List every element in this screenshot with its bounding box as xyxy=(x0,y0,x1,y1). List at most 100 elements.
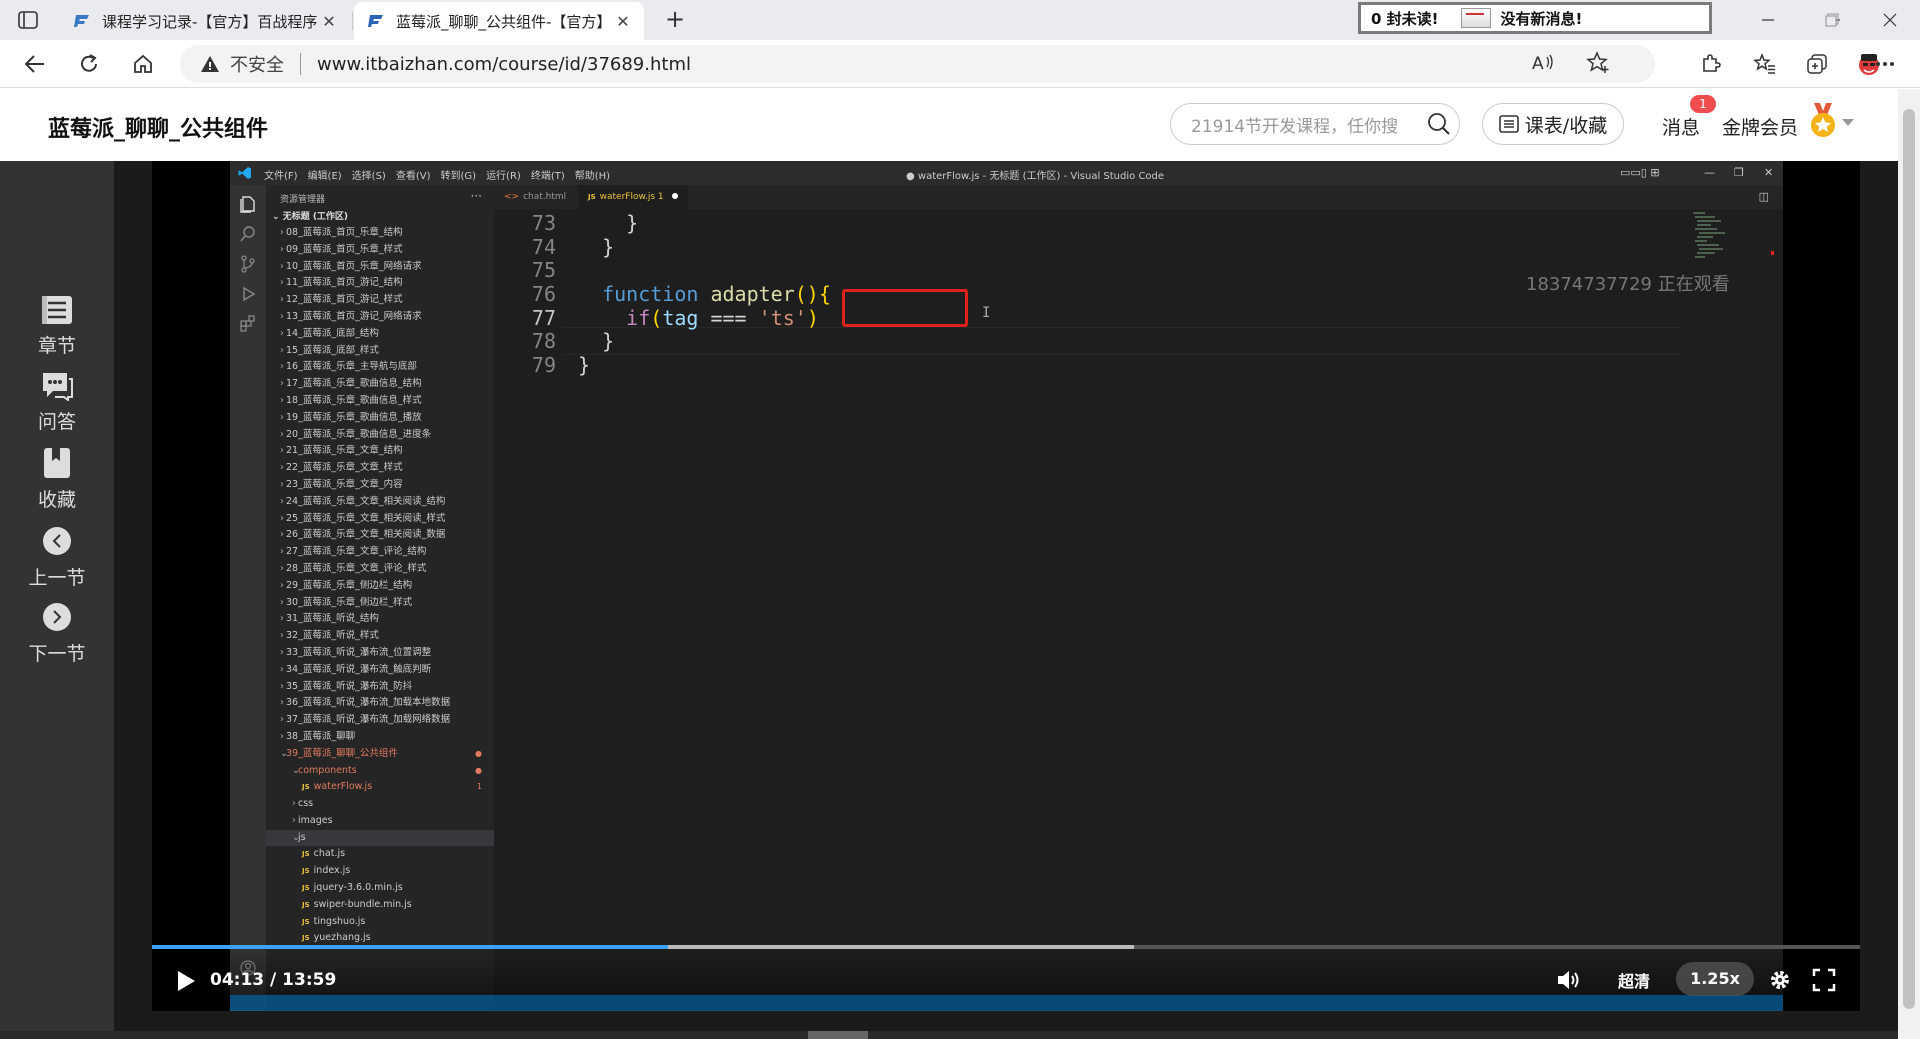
new-tab-button[interactable]: + xyxy=(660,6,690,34)
close-tab-icon[interactable]: ✕ xyxy=(320,12,338,31)
menu-select[interactable]: 选择(S) xyxy=(352,171,386,182)
menu-view[interactable]: 查看(V) xyxy=(396,171,431,182)
workspace-root[interactable]: ⌄ 无标题 (工作区) xyxy=(266,209,494,225)
schedule-favorites-button[interactable]: 课表/收藏 xyxy=(1482,103,1624,145)
add-favorite-icon[interactable] xyxy=(1584,49,1612,77)
folder-row[interactable]: 32_蓝莓派_听说_样式 xyxy=(266,628,494,645)
menu-goto[interactable]: 转到(G) xyxy=(441,171,477,182)
file-row[interactable]: JS swiper-bundle.min.js xyxy=(266,897,494,914)
folder-row-css[interactable]: css xyxy=(266,796,494,813)
folder-row[interactable]: 18_蓝莓派_乐章_歌曲信息_样式 xyxy=(266,393,494,410)
folder-row[interactable]: 35_蓝莓派_听说_瀑布流_防抖 xyxy=(266,679,494,696)
folder-row[interactable]: 11_蓝莓派_首页_游记_结构 xyxy=(266,275,494,292)
security-label[interactable]: 不安全 xyxy=(230,51,284,77)
folder-row[interactable]: 30_蓝莓派_乐章_侧边栏_样式 xyxy=(266,595,494,612)
folder-row[interactable]: 37_蓝莓派_听说_瀑布流_加载网络数据 xyxy=(266,712,494,729)
horizontal-scrollbar[interactable] xyxy=(0,1031,1898,1039)
more-actions-icon[interactable]: ··· xyxy=(471,189,482,203)
minimize-window-button[interactable] xyxy=(1740,0,1796,40)
menu-edit[interactable]: 编辑(E) xyxy=(308,171,342,182)
fullscreen-icon[interactable] xyxy=(1812,968,1836,992)
folder-row[interactable]: 27_蓝莓派_乐章_文章_评论_结构 xyxy=(266,544,494,561)
menu-terminal[interactable]: 终端(T) xyxy=(531,171,565,182)
folder-row[interactable]: 26_蓝莓派_乐章_文章_相关阅读_数据 xyxy=(266,527,494,544)
file-row[interactable]: JS jquery-3.6.0.min.js xyxy=(266,880,494,897)
folder-row[interactable]: 24_蓝莓派_乐章_文章_相关阅读_结构 xyxy=(266,494,494,511)
vscode-close-icon[interactable]: ✕ xyxy=(1764,166,1773,179)
menu-run[interactable]: 运行(R) xyxy=(486,171,521,182)
folder-row[interactable]: 16_蓝莓派_乐章_主导航与底部 xyxy=(266,359,494,376)
folder-row[interactable]: 25_蓝莓派_乐章_文章_相关阅读_样式 xyxy=(266,511,494,528)
folder-row-components[interactable]: components ● xyxy=(266,763,494,780)
course-search-input[interactable]: 21914节开发课程，任你搜 xyxy=(1170,103,1460,145)
extensions-icon[interactable] xyxy=(239,315,257,333)
search-icon[interactable] xyxy=(239,225,257,243)
sidebar-item-bookmark[interactable]: 收藏 xyxy=(0,447,114,512)
extensions-icon[interactable] xyxy=(1694,48,1728,80)
browser-tab-study-record[interactable]: 课程学习记录-【官方】百战程序 ✕ xyxy=(60,2,350,40)
search-icon[interactable] xyxy=(1419,112,1459,136)
menu-file[interactable]: 文件(F) xyxy=(264,171,298,182)
collections-icon[interactable] xyxy=(1800,48,1834,80)
file-row-waterflow[interactable]: JS waterFlow.js 1 xyxy=(266,779,494,796)
folder-row-images[interactable]: images xyxy=(266,813,494,830)
folder-row[interactable]: 09_蓝莓派_首页_乐章_样式 xyxy=(266,242,494,259)
settings-gear-icon[interactable] xyxy=(1768,968,1792,992)
run-debug-icon[interactable] xyxy=(239,285,257,303)
warning-icon[interactable] xyxy=(200,54,220,74)
folder-row[interactable]: 31_蓝莓派_听说_结构 xyxy=(266,611,494,628)
page-scrollbar[interactable] xyxy=(1898,89,1920,1039)
scrollbar-thumb[interactable] xyxy=(808,1031,868,1039)
more-menu-icon[interactable] xyxy=(1868,48,1902,80)
file-row[interactable]: JS index.js xyxy=(266,863,494,880)
sidebar-item-chapters[interactable]: 章节 xyxy=(0,295,114,358)
mail-notice-bar[interactable]: 0 封未读! 没有新消息! xyxy=(1358,2,1712,34)
code-editor[interactable]: 73 } 74 } 75 76 function adapter(){ 77 i… xyxy=(494,209,1783,1011)
editor-tab-waterflow-js[interactable]: JS waterFlow.js 1 xyxy=(578,185,688,209)
folder-row[interactable]: 38_蓝莓派_聊聊 xyxy=(266,729,494,746)
folder-row[interactable]: 10_蓝莓派_首页_乐章_网络请求 xyxy=(266,259,494,276)
folder-row[interactable]: 08_蓝莓派_首页_乐章_结构 xyxy=(266,225,494,242)
reload-button[interactable] xyxy=(72,48,106,80)
gold-member-link[interactable]: 金牌会员 xyxy=(1722,113,1798,140)
vscode-restore-icon[interactable]: ❐ xyxy=(1734,166,1744,179)
file-row[interactable]: JS tingshuo.js xyxy=(266,914,494,931)
menu-help[interactable]: 帮助(H) xyxy=(575,171,610,182)
tab-actions-icon[interactable] xyxy=(14,8,42,32)
read-aloud-icon[interactable]: A xyxy=(1530,49,1558,77)
layout-toggle-icon[interactable]: ▭▭▯ ⊞ xyxy=(1620,166,1660,179)
restore-window-button[interactable] xyxy=(1804,0,1860,40)
split-editor-icon[interactable]: ◫ xyxy=(1759,190,1769,203)
folder-row[interactable]: 14_蓝莓派_底部_结构 xyxy=(266,326,494,343)
explorer-icon[interactable] xyxy=(239,195,257,213)
folder-row[interactable]: 34_蓝莓派_听说_瀑布流_触底判断 xyxy=(266,662,494,679)
folder-row[interactable]: 19_蓝莓派_乐章_歌曲信息_播放 xyxy=(266,410,494,427)
editor-tab-chat-html[interactable]: <> chat.html xyxy=(494,185,576,209)
volume-icon[interactable] xyxy=(1556,968,1582,992)
folder-row[interactable]: 36_蓝莓派_听说_瀑布流_加载本地数据 xyxy=(266,695,494,712)
messages-link[interactable]: 消息 xyxy=(1662,113,1700,140)
browser-tab-current[interactable]: 蓝莓派_聊聊_公共组件-【官方】 ✕ xyxy=(354,2,644,40)
folder-row[interactable]: 12_蓝莓派_首页_游记_样式 xyxy=(266,292,494,309)
close-window-button[interactable] xyxy=(1862,0,1918,40)
folder-row[interactable]: 20_蓝莓派_乐章_歌曲信息_进度条 xyxy=(266,427,494,444)
video-progress-bar[interactable] xyxy=(152,945,1860,949)
sidebar-item-qa[interactable]: 问答 xyxy=(0,371,114,434)
folder-row-js[interactable]: js xyxy=(266,829,494,847)
close-tab-icon[interactable]: ✕ xyxy=(614,12,632,31)
folder-row[interactable]: 13_蓝莓派_首页_游记_网络请求 xyxy=(266,309,494,326)
vscode-minimize-icon[interactable]: — xyxy=(1704,166,1715,179)
unsaved-dot-icon[interactable] xyxy=(671,193,678,199)
scrollbar-thumb[interactable] xyxy=(1903,109,1915,1009)
minimap[interactable] xyxy=(1691,209,1737,269)
file-row[interactable]: JS chat.js xyxy=(266,846,494,863)
folder-row[interactable]: 29_蓝莓派_乐章_侧边栏_结构 xyxy=(266,578,494,595)
gold-medal-icon[interactable] xyxy=(1808,101,1838,139)
folder-row[interactable]: 15_蓝莓派_底部_样式 xyxy=(266,343,494,360)
favorites-icon[interactable] xyxy=(1748,48,1782,80)
back-button[interactable] xyxy=(18,48,52,80)
address-bar[interactable]: 不安全 www.itbaizhan.com/course/id/37689.ht… xyxy=(180,45,1655,83)
folder-row[interactable]: 17_蓝莓派_乐章_歌曲信息_结构 xyxy=(266,376,494,393)
member-dropdown-caret-icon[interactable] xyxy=(1842,119,1854,126)
play-icon[interactable] xyxy=(176,970,196,992)
